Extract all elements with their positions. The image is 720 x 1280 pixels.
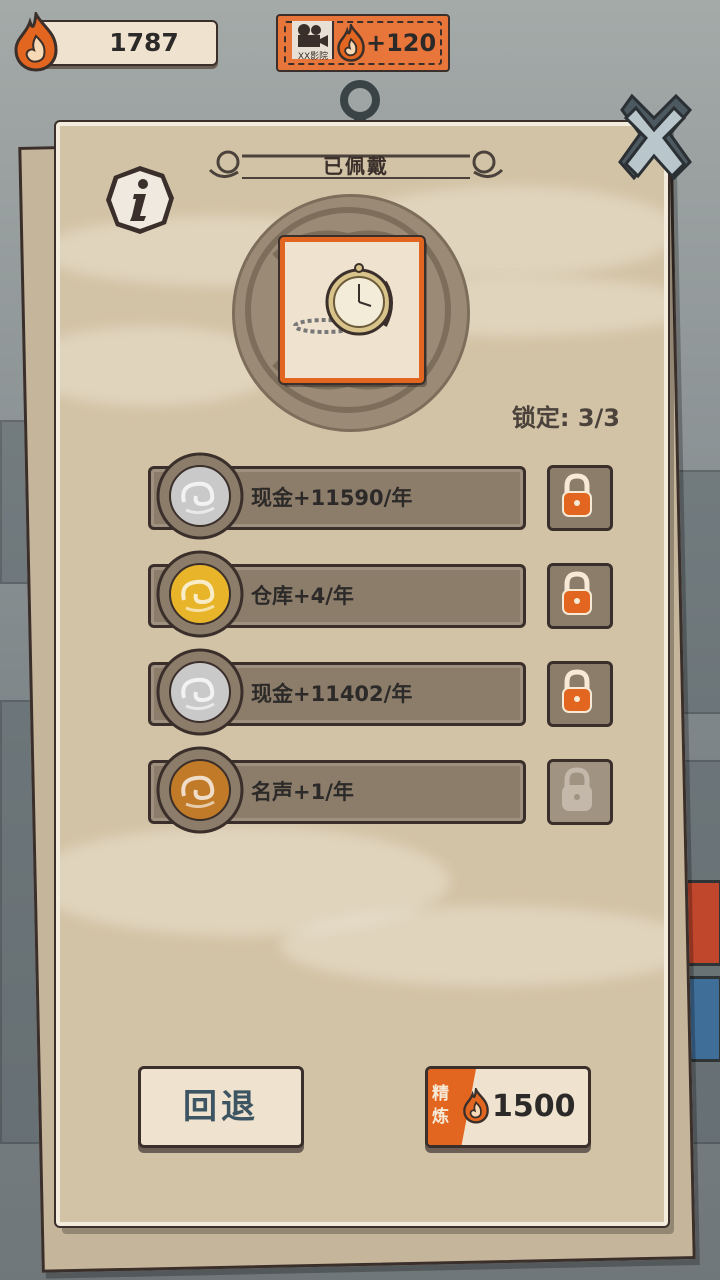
close-icon[interactable] <box>614 92 694 192</box>
padlock-icon <box>562 473 592 517</box>
padlock-icon <box>562 767 592 811</box>
lock-count: 锁定: 3/3 <box>511 404 620 432</box>
flame-icon <box>337 24 365 62</box>
smoke-decoration <box>280 906 664 986</box>
attribute-text: 仓库+4/年 <box>251 584 354 608</box>
lock-toggle-unlocked[interactable] <box>547 759 613 825</box>
attribute-text: 现金+11590/年 <box>251 486 413 510</box>
refine-button[interactable]: 精炼 1500 <box>425 1066 591 1148</box>
panel-title-ornament: 已佩戴 <box>206 148 506 188</box>
attribute-coin-silver <box>156 452 244 540</box>
padlock-icon <box>562 669 592 713</box>
ticket-label: XX影院 <box>297 52 329 62</box>
lock-toggle-locked[interactable] <box>547 661 613 727</box>
currency-amount: 1787 <box>109 28 179 57</box>
panel-title: 已佩戴 <box>323 154 389 178</box>
attribute-coin-bronze <box>156 746 244 834</box>
cloud-coin-icon <box>156 648 244 736</box>
refine-tag-label: 精炼 <box>432 1084 449 1127</box>
camera-icon <box>298 24 328 47</box>
attribute-coin-silver <box>156 648 244 736</box>
back-button-label: 回退 <box>183 1087 259 1127</box>
flame-icon <box>14 12 58 72</box>
ad-reward-ticket[interactable]: XX影院 +120 <box>276 14 450 72</box>
ticket-reward: +120 <box>366 29 437 57</box>
pocket-watch-icon <box>293 263 393 336</box>
flame-icon <box>463 1088 489 1124</box>
attribute-coin-gold <box>156 550 244 638</box>
attribute-text: 名声+1/年 <box>251 780 354 804</box>
cloud-coin-icon <box>156 746 244 834</box>
cloud-coin-icon <box>156 452 244 540</box>
padlock-icon <box>562 571 592 615</box>
refine-cost: 1500 <box>492 1089 576 1124</box>
attribute-text: 现金+11402/年 <box>251 682 413 706</box>
lock-toggle-locked[interactable] <box>547 563 613 629</box>
cloud-coin-icon <box>156 550 244 638</box>
back-button[interactable]: 回退 <box>138 1066 304 1148</box>
info-icon[interactable] <box>104 164 176 236</box>
equipped-item-slot[interactable] <box>280 237 424 383</box>
lock-toggle-locked[interactable] <box>547 465 613 531</box>
currency-counter: 1787 <box>36 20 218 66</box>
